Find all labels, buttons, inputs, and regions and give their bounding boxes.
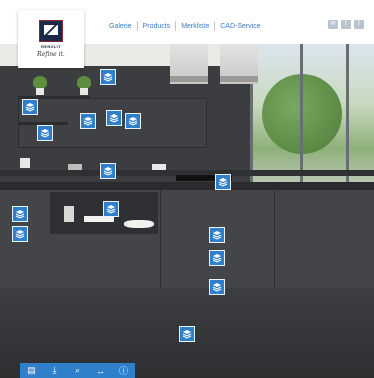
- hotspot-marker[interactable]: [100, 69, 116, 85]
- plant: [77, 76, 91, 88]
- range-hood-base: [220, 76, 258, 82]
- bottom-toolbar: ▤ ⤓ ⌕ ↔ ⓘ: [20, 363, 135, 378]
- layers-icon: [103, 167, 113, 176]
- hotspot-marker[interactable]: [37, 125, 53, 141]
- download-icon[interactable]: ⤓: [43, 363, 66, 378]
- jar: [20, 158, 30, 168]
- layers-icon: [83, 117, 93, 126]
- info-icon[interactable]: ⓘ: [112, 363, 135, 378]
- island-panel-divider: [160, 190, 161, 288]
- hotspot-marker[interactable]: [209, 279, 225, 295]
- hotspot-marker[interactable]: [12, 226, 28, 242]
- layers-icon: [25, 103, 35, 112]
- hotspot-marker[interactable]: [100, 163, 116, 179]
- logo-mark-icon: [39, 20, 63, 42]
- layers-icon: [212, 254, 222, 263]
- bowl: [124, 220, 154, 228]
- nav-item-products[interactable]: Products: [138, 23, 176, 30]
- email-icon[interactable]: ✉: [328, 20, 338, 29]
- layers-icon: [218, 178, 228, 187]
- hotspot-marker[interactable]: [106, 110, 122, 126]
- blender: [64, 206, 74, 222]
- hotspot-marker[interactable]: [103, 201, 119, 217]
- facebook-icon[interactable]: f: [354, 20, 364, 29]
- range-hood-base: [170, 76, 208, 82]
- hotspot-marker[interactable]: [80, 113, 96, 129]
- layers-icon: [128, 117, 138, 126]
- hotspot-marker[interactable]: [12, 206, 28, 222]
- layers-icon: [212, 283, 222, 292]
- layers-icon: [109, 114, 119, 123]
- logo-tagline: Refine it.: [37, 51, 65, 58]
- plant-pot: [36, 88, 44, 95]
- layers-icon: [106, 205, 116, 214]
- twitter-icon[interactable]: t: [341, 20, 351, 29]
- layers-icon: [212, 231, 222, 240]
- layers-icon: [15, 230, 25, 239]
- logo-brand-text: RENOLIT: [41, 44, 61, 49]
- island-panel-divider: [274, 190, 275, 288]
- social-links: ✉ t f: [328, 20, 364, 29]
- zoom-icon[interactable]: ⌕: [66, 363, 89, 378]
- plant: [33, 76, 47, 88]
- nav-item-merkliste[interactable]: Merkliste: [176, 23, 214, 30]
- nav-item-cad-service[interactable]: CAD-Service: [215, 23, 265, 30]
- hotspot-marker[interactable]: [125, 113, 141, 129]
- main-navigation: Galerie Products Merkliste CAD-Service: [104, 19, 266, 33]
- layers-icon: [15, 210, 25, 219]
- layers-icon: [182, 330, 192, 339]
- hotspot-marker[interactable]: [22, 99, 38, 115]
- hotspot-marker[interactable]: [215, 174, 231, 190]
- document-icon[interactable]: ▤: [20, 363, 43, 378]
- hotspot-marker[interactable]: [179, 326, 195, 342]
- layers-icon: [103, 73, 113, 82]
- plant-pot: [80, 88, 88, 95]
- island-countertop: [0, 182, 374, 190]
- nav-item-galerie[interactable]: Galerie: [104, 23, 137, 30]
- fit-width-icon[interactable]: ↔: [89, 363, 112, 378]
- hotspot-marker[interactable]: [209, 250, 225, 266]
- layers-icon: [40, 129, 50, 138]
- hotspot-marker[interactable]: [209, 227, 225, 243]
- brand-logo[interactable]: RENOLIT Refine it.: [18, 10, 84, 68]
